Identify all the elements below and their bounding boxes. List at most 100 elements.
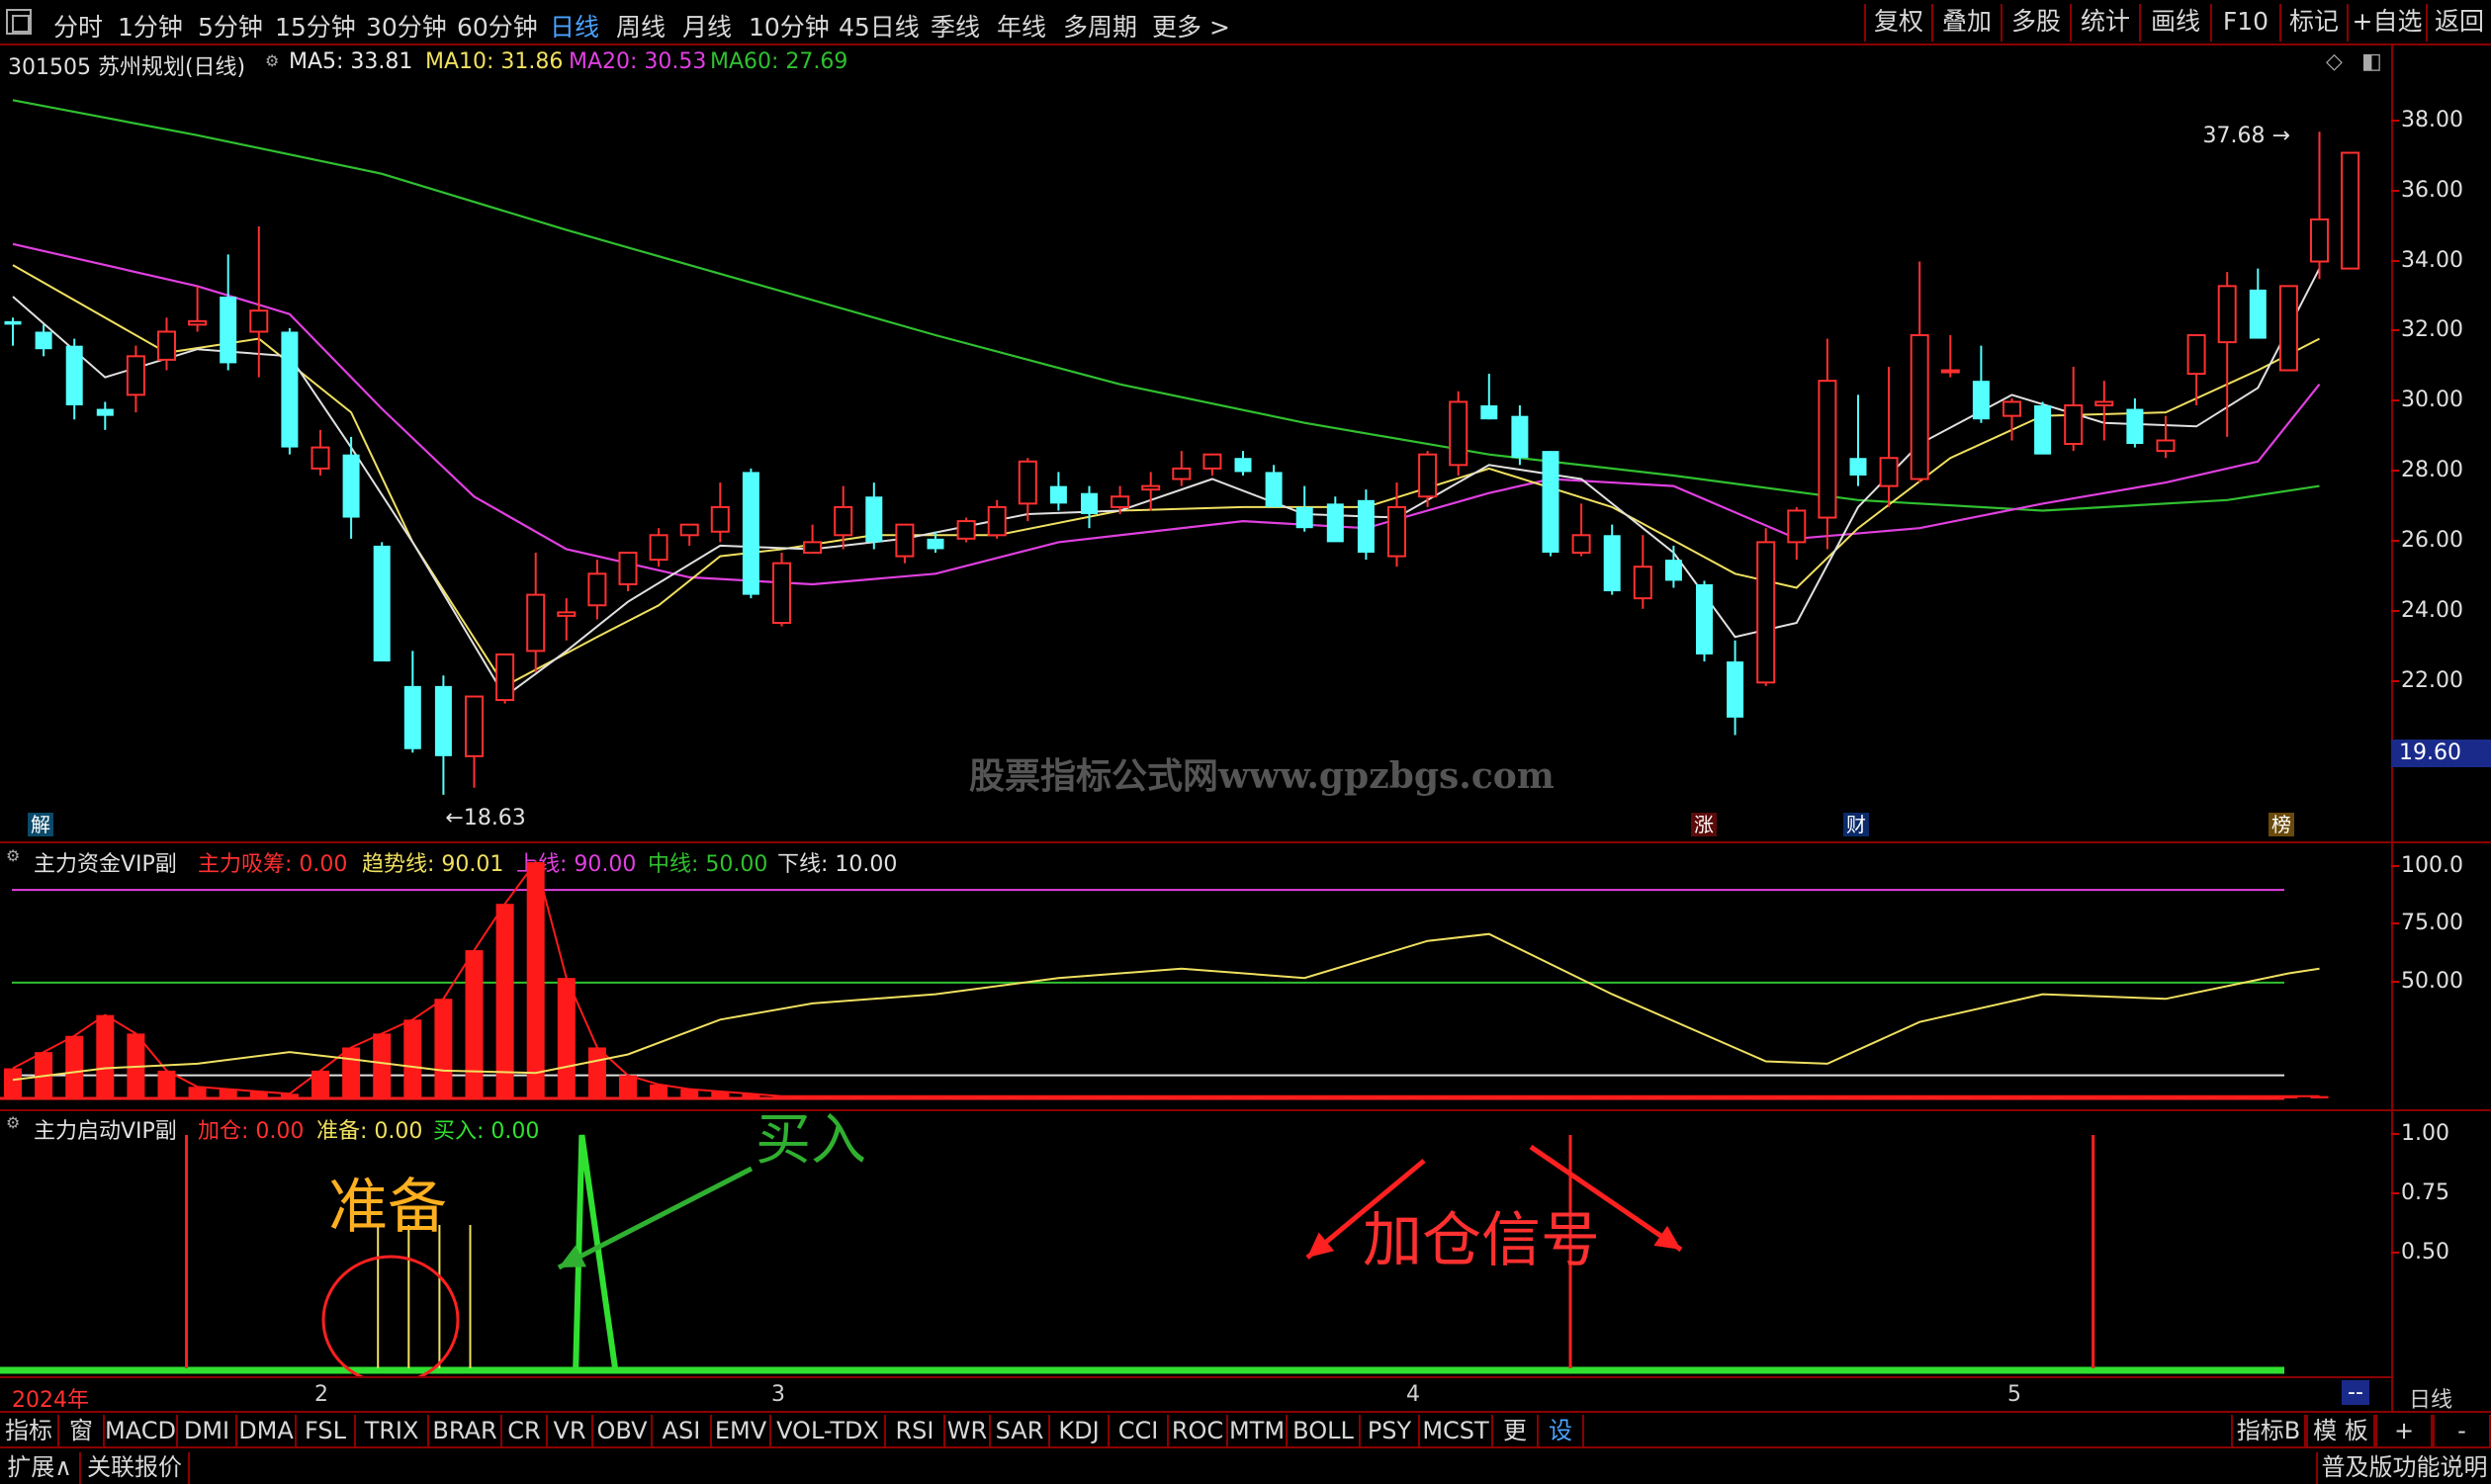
- indicator-tab[interactable]: 设置: [1539, 1415, 1584, 1476]
- fund-bar: [342, 1047, 361, 1098]
- period-30min[interactable]: 30分钟: [366, 8, 447, 44]
- main-force-fund-chart[interactable]: [0, 843, 2391, 1108]
- period-multi[interactable]: 多周期: [1063, 8, 1137, 44]
- indicator-tab[interactable]: CCI: [1110, 1415, 1169, 1446]
- bang-badge[interactable]: 榜: [2269, 813, 2294, 836]
- indicator-right-button[interactable]: -: [2433, 1415, 2491, 1446]
- status-bar: 扩展∧ 关联报价 普及版功能说明: [0, 1446, 2491, 1484]
- indicator-tab[interactable]: 更多: [1493, 1415, 1539, 1476]
- candle-body-down: [403, 685, 421, 749]
- high-price-label: 37.68 →: [2203, 124, 2290, 148]
- candle-body-up: [1818, 380, 1837, 519]
- indicator-right-button[interactable]: 模 板: [2306, 1415, 2375, 1446]
- period-45day[interactable]: 45日线: [839, 8, 920, 44]
- jie-badge[interactable]: 解: [28, 813, 53, 836]
- candle-body-up: [2341, 151, 2360, 270]
- edition-info-button[interactable]: 普及版功能说明: [2316, 1452, 2491, 1484]
- indicator-tab[interactable]: 指标A: [0, 1415, 59, 1476]
- price-tick: 36.00: [2391, 177, 2463, 203]
- candle-body-up: [956, 520, 976, 540]
- period-10min[interactable]: 10分钟: [749, 8, 830, 44]
- candle-body-up: [157, 330, 176, 361]
- indicator-tab[interactable]: VOL-TDX: [771, 1415, 886, 1446]
- candle-body-up: [2278, 285, 2298, 372]
- indicator-tab[interactable]: VR: [548, 1415, 593, 1446]
- indicator-tab[interactable]: ROC: [1169, 1415, 1228, 1446]
- axis-daily-label[interactable]: 日线: [2409, 1382, 2452, 1414]
- mark-button[interactable]: 标记: [2279, 4, 2347, 42]
- candle-body-down: [1295, 506, 1313, 529]
- price-tick: 26.00: [2391, 528, 2463, 554]
- indicator-tab[interactable]: EMV: [712, 1415, 771, 1446]
- candle-body-down: [1357, 499, 1375, 554]
- indicator-tab[interactable]: BOLL: [1288, 1415, 1361, 1446]
- f10-button[interactable]: F10: [2210, 4, 2279, 42]
- fund-bar: [4, 1068, 22, 1098]
- add-watchlist-button[interactable]: +自选: [2347, 4, 2426, 42]
- indicator-tab[interactable]: 窗口: [59, 1415, 105, 1476]
- period-more[interactable]: 更多 >: [1152, 8, 1230, 44]
- indicator-tab[interactable]: DMI: [178, 1415, 237, 1446]
- fund-bar: [526, 862, 545, 1098]
- diamond-icon[interactable]: ◇: [2326, 49, 2343, 74]
- ma10-value: MA10: 31.86: [425, 49, 564, 74]
- candle-body-up: [2002, 400, 2021, 417]
- indicator-tab[interactable]: MCST: [1420, 1415, 1493, 1446]
- indicator-right-button[interactable]: +: [2375, 1415, 2433, 1446]
- indicator-tab[interactable]: OBV: [593, 1415, 653, 1446]
- indicator-tab[interactable]: MACD: [105, 1415, 178, 1446]
- statistics-button[interactable]: 统计: [2070, 4, 2139, 42]
- period-daily[interactable]: 日线: [550, 8, 599, 44]
- zhang-badge[interactable]: 涨: [1691, 813, 1717, 836]
- period-fenshi[interactable]: 分时: [53, 8, 103, 44]
- candle-body-up: [2064, 404, 2084, 446]
- candle-body-up: [1879, 457, 1899, 487]
- multi-stock-button[interactable]: 多股: [2001, 4, 2070, 42]
- date-label-apr: 4: [1406, 1382, 1420, 1407]
- candle-body-down: [865, 496, 883, 543]
- candlestick-chart[interactable]: 37.68 → ←18.63: [0, 79, 2391, 840]
- overlay-button[interactable]: 叠加: [1931, 4, 2001, 42]
- period-quarter[interactable]: 季线: [931, 8, 980, 44]
- period-5min[interactable]: 5分钟: [198, 8, 263, 44]
- period-yearly[interactable]: 年线: [997, 8, 1046, 44]
- period-60min[interactable]: 60分钟: [457, 8, 538, 44]
- indicator-tab[interactable]: ASI: [653, 1415, 712, 1446]
- window-toggle-icon[interactable]: [6, 9, 32, 35]
- indicator-tab[interactable]: MTM: [1228, 1415, 1288, 1446]
- indicator-tab[interactable]: CR: [502, 1415, 548, 1446]
- fuquan-button[interactable]: 复权: [1864, 4, 1931, 42]
- indicator-tab[interactable]: RSI: [886, 1415, 945, 1446]
- annotation-jiacang: 加仓信号: [1363, 1206, 1600, 1275]
- candle-body-up: [1387, 505, 1406, 558]
- period-1min[interactable]: 1分钟: [118, 8, 183, 44]
- fund-bar: [587, 1047, 606, 1098]
- sub2-tick: 0.75: [2391, 1180, 2449, 1205]
- indicator-tab[interactable]: KDJ: [1050, 1415, 1110, 1446]
- draw-line-button[interactable]: 画线: [2139, 4, 2210, 42]
- period-monthly[interactable]: 月线: [682, 8, 732, 44]
- period-15min[interactable]: 15分钟: [275, 8, 356, 44]
- cai-badge[interactable]: 财: [1843, 813, 1869, 836]
- panel-toggle-icon[interactable]: ◧: [2361, 49, 2382, 74]
- indicator-right-button[interactable]: 指标B: [2231, 1415, 2306, 1446]
- candle-body-down: [373, 545, 391, 662]
- indicator-tab[interactable]: TRIX: [356, 1415, 429, 1446]
- settings-gear-icon[interactable]: ⚙: [265, 51, 279, 70]
- indicator-tab[interactable]: FSL: [297, 1415, 356, 1446]
- related-quote-button[interactable]: 关联报价: [81, 1452, 190, 1484]
- back-button[interactable]: 返回: [2426, 4, 2491, 42]
- period-weekly[interactable]: 周线: [616, 8, 666, 44]
- indicator-tab[interactable]: DMA: [237, 1415, 297, 1446]
- candle-body-up: [1418, 453, 1438, 498]
- expand-button[interactable]: 扩展∧: [0, 1452, 81, 1484]
- fund-bar: [557, 978, 576, 1098]
- indicator-tab[interactable]: SAR: [991, 1415, 1050, 1446]
- candle-body-up: [2186, 334, 2206, 376]
- candle-body-down: [1234, 458, 1252, 473]
- indicator-tab[interactable]: PSY: [1361, 1415, 1420, 1446]
- indicator-tab[interactable]: WR: [945, 1415, 991, 1446]
- candle-body-up: [311, 446, 330, 470]
- candle-body-up: [2156, 439, 2176, 453]
- indicator-tab[interactable]: BRAR: [429, 1415, 502, 1446]
